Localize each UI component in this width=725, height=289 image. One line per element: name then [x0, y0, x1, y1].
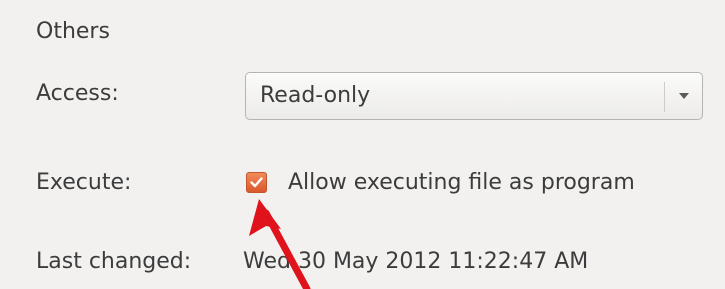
last-changed-label: Last changed:: [36, 249, 192, 274]
last-changed-value: Wed 30 May 2012 11:22:47 AM: [243, 249, 589, 274]
access-dropdown[interactable]: Read-only: [245, 72, 703, 120]
access-dropdown-value: Read-only: [260, 83, 371, 108]
section-title-others: Others: [36, 19, 110, 44]
access-label: Access:: [36, 81, 119, 106]
checkmark-icon: [250, 177, 263, 188]
execute-label: Execute:: [36, 170, 132, 195]
execute-checkbox-label[interactable]: Allow executing file as program: [288, 168, 635, 198]
execute-checkbox[interactable]: [246, 172, 267, 193]
chevron-down-icon[interactable]: [665, 73, 703, 119]
